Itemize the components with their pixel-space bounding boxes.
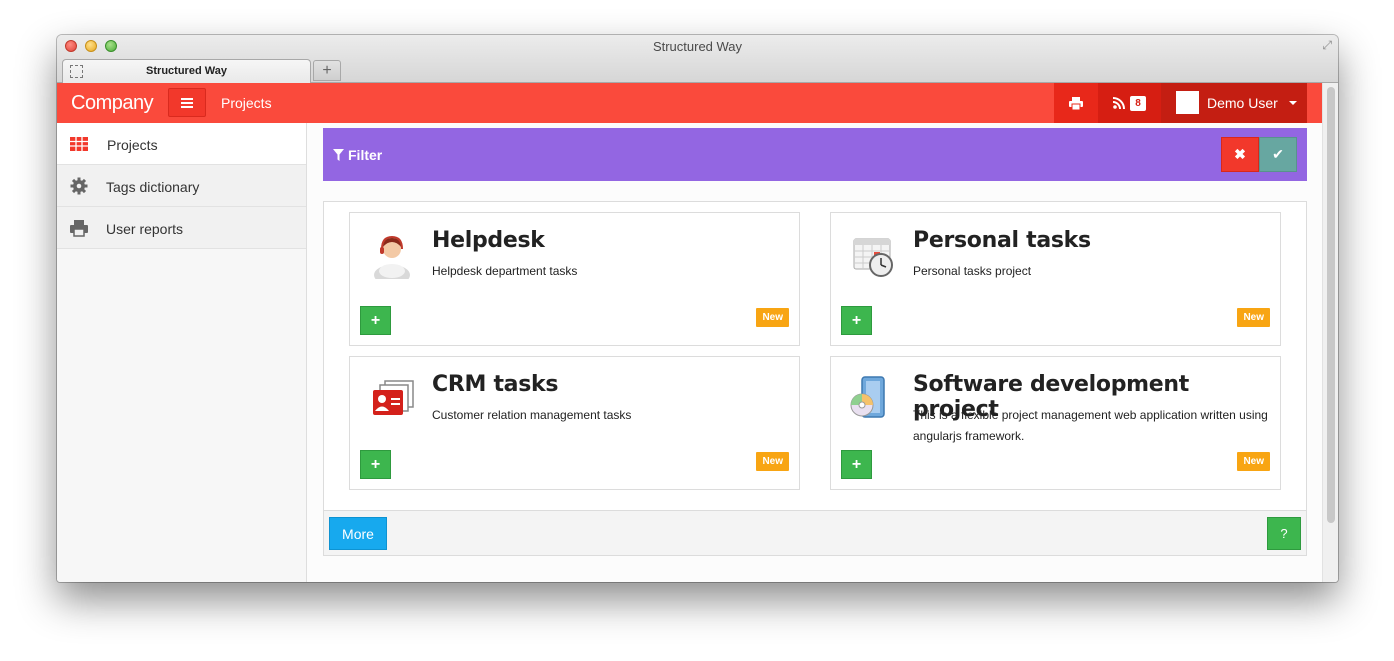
feed-button[interactable]: 8 xyxy=(1098,83,1161,123)
project-card-crm-tasks[interactable]: CRM tasks Customer relation management t… xyxy=(349,356,800,490)
top-navbar: Company Projects 8 Demo User xyxy=(57,83,1322,123)
help-button[interactable]: ? xyxy=(1267,517,1301,550)
new-tab-button[interactable]: + xyxy=(313,60,341,81)
sidebar-item-label: Projects xyxy=(107,137,158,153)
main-content: Filter ✖ ✔ Helpdesk Helpdesk department … xyxy=(307,123,1322,582)
caret-down-icon xyxy=(1289,101,1297,105)
filter-toggle[interactable]: Filter xyxy=(333,147,382,163)
sidebar: Projects Tags dictionary User reports xyxy=(57,123,307,582)
plus-icon: + xyxy=(851,311,862,329)
notification-count-badge: 8 xyxy=(1130,95,1146,111)
add-task-button[interactable]: + xyxy=(841,306,872,335)
clear-filter-button[interactable]: ✖ xyxy=(1221,137,1259,172)
window-title: Structured Way xyxy=(652,39,743,54)
filter-label: Filter xyxy=(348,147,383,163)
status-badge: New xyxy=(1237,308,1270,327)
nav-link-projects[interactable]: Projects xyxy=(221,95,272,111)
projects-panel: Helpdesk Helpdesk department tasks + New xyxy=(323,201,1307,556)
tab-label: Structured Way xyxy=(146,65,227,77)
vertical-scrollbar[interactable] xyxy=(1322,83,1338,582)
project-card-software-development[interactable]: Software development project This is a f… xyxy=(830,356,1281,490)
project-description: Helpdesk department tasks xyxy=(432,264,578,278)
filter-icon xyxy=(333,149,344,161)
sidebar-item-user-reports[interactable]: User reports xyxy=(57,207,306,249)
more-button[interactable]: More xyxy=(329,517,387,550)
project-description: Personal tasks project xyxy=(913,264,1032,278)
project-title[interactable]: Helpdesk xyxy=(432,228,545,253)
project-card-helpdesk[interactable]: Helpdesk Helpdesk department tasks + New xyxy=(349,212,800,346)
plus-icon: + xyxy=(370,311,381,329)
menu-toggle-button[interactable] xyxy=(168,88,206,117)
status-badge: New xyxy=(756,308,789,327)
avatar xyxy=(1176,91,1199,114)
rss-icon xyxy=(1113,97,1126,109)
table-icon xyxy=(70,137,88,151)
hamburger-icon xyxy=(181,97,193,108)
plus-icon: + xyxy=(370,455,381,473)
title-bar: Structured Way ⤢ Structured Way + xyxy=(57,35,1338,83)
contact-cards-icon xyxy=(373,380,414,415)
status-badge: New xyxy=(756,452,789,471)
sidebar-item-projects[interactable]: Projects xyxy=(57,123,306,165)
print-icon xyxy=(1069,96,1083,110)
calendar-clock-icon xyxy=(853,238,893,277)
print-button[interactable] xyxy=(1054,83,1098,123)
sidebar-item-label: Tags dictionary xyxy=(106,179,200,195)
add-task-button[interactable]: + xyxy=(360,306,391,335)
support-agent-icon xyxy=(374,235,410,279)
project-title[interactable]: Personal tasks xyxy=(913,228,1091,253)
add-task-button[interactable]: + xyxy=(360,450,391,479)
apply-filter-button[interactable]: ✔ xyxy=(1259,137,1297,172)
check-icon: ✔ xyxy=(1272,146,1284,162)
sidebar-item-tags-dictionary[interactable]: Tags dictionary xyxy=(57,165,306,207)
project-description: This is a flexible project management we… xyxy=(913,408,1268,443)
sidebar-item-label: User reports xyxy=(106,221,184,237)
add-task-button[interactable]: + xyxy=(841,450,872,479)
plus-icon: + xyxy=(851,455,862,473)
filter-bar[interactable]: Filter ✖ ✔ xyxy=(323,128,1307,181)
software-install-icon xyxy=(850,376,885,418)
fullscreen-icon[interactable]: ⤢ xyxy=(1322,38,1332,53)
brand-logo[interactable]: Company xyxy=(71,92,154,115)
close-icon: ✖ xyxy=(1234,146,1246,162)
project-description: Customer relation management tasks xyxy=(432,408,632,422)
user-name: Demo User xyxy=(1207,95,1278,111)
project-title[interactable]: CRM tasks xyxy=(432,372,558,397)
browser-window: Structured Way ⤢ Structured Way + Compan… xyxy=(57,35,1338,582)
scrollbar-thumb[interactable] xyxy=(1327,87,1335,523)
browser-tab[interactable]: Structured Way xyxy=(62,59,311,83)
print-icon xyxy=(70,220,88,237)
status-badge: New xyxy=(1237,452,1270,471)
user-menu-button[interactable]: Demo User xyxy=(1161,83,1307,123)
project-card-personal-tasks[interactable]: Personal tasks Personal tasks project + … xyxy=(830,212,1281,346)
panel-footer: More ? xyxy=(324,510,1306,555)
gear-icon xyxy=(70,177,88,195)
